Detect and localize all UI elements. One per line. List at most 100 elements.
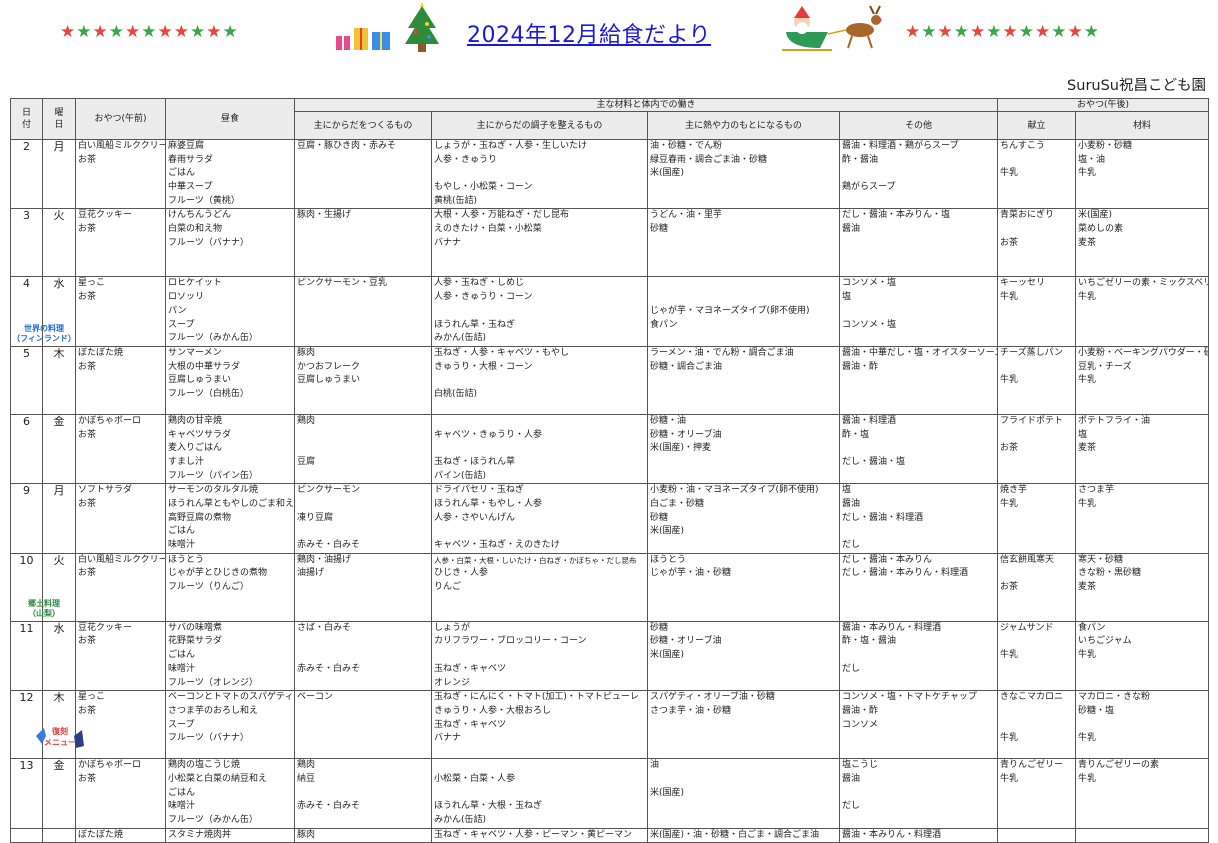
snack-am-cell: 白い風船ミルククリームお茶: [75, 138, 166, 210]
cell-line: 砂糖・油: [650, 415, 687, 426]
green-group-cell: 玉ねぎ・キャベツ・人参・ピーマン・黄ピーマン: [431, 827, 648, 843]
weekday-cell: 木: [42, 345, 76, 415]
cell-line: きゅうり・大根・コーン: [434, 361, 533, 372]
cell-line: [434, 415, 645, 428]
cell-line: 油: [650, 760, 660, 771]
cell-line: 玉ねぎ・キャベツ: [434, 719, 507, 730]
cell-line: 牛乳: [1000, 650, 1019, 661]
cell-line: 豆腐しゅうまい: [297, 375, 361, 386]
cell-line: 鶏肉: [297, 415, 316, 426]
menu-table: 日 付 曜 日 おやつ(午前) 昼食 主な材料と体内での働き おやつ(午後) 主…: [10, 98, 1210, 843]
cell-line: 鶏がらスープ: [842, 182, 896, 193]
cell-line: 牛乳: [1078, 292, 1097, 303]
star-icon: ★: [1018, 22, 1035, 42]
cell-line: 食パン: [650, 319, 678, 330]
other-cell: だし・醤油・本みりん だし・醤油・本みりん・料理酒: [838, 552, 999, 622]
cell-line: フルーツ（白桃缶）: [168, 388, 249, 399]
revival-menu-badge: 復刻 メニュー: [36, 726, 84, 748]
cell-line: コンソメ・塩: [842, 319, 897, 330]
cell-line: 白い風船ミルククリーム: [78, 554, 165, 565]
cell-line: 牛乳: [1078, 168, 1097, 179]
cell-line: 酢・醤油: [842, 154, 879, 165]
cell-line: [1078, 829, 1206, 842]
star-icon: ★: [986, 22, 1003, 42]
cell-line: [842, 305, 995, 319]
cell-line: 塩: [842, 485, 852, 496]
yellow-group-cell: じゃが芋・マヨネーズタイプ(卵不使用) 食パン: [647, 276, 840, 347]
cell-line: 豚肉: [297, 347, 316, 358]
cell-line: だし・醤油・本みりん・料理酒: [842, 568, 969, 579]
date-cell: 9: [10, 483, 43, 554]
cell-line: 砂糖・オリーブ油: [650, 429, 722, 440]
cell-line: 小麦粉・油・マヨネーズタイプ(卵不使用): [650, 485, 819, 496]
cell-line: 鶏肉の塩こうじ焼: [168, 760, 241, 771]
star-icon: ★: [92, 22, 109, 42]
star-icon: ★: [125, 22, 142, 42]
cell-line: 豆花クッキー: [78, 210, 133, 221]
cell-line: お茶: [78, 636, 97, 647]
red-group-cell: 鶏肉・油揚げ 油揚げ: [294, 552, 432, 622]
green-group-cell: 小松菜・白菜・人参 ほうれん草・大根・玉ねぎ みかん(缶詰): [431, 758, 648, 829]
cell-line: だし・醤油・塩: [842, 456, 906, 467]
star-icon: ★: [206, 22, 223, 42]
cell-line: 醤油・本みりん・料理酒: [842, 829, 942, 840]
cell-line: 味噌汁: [168, 801, 196, 812]
col-header-pm-ingredients: 材料: [1075, 111, 1210, 140]
cell-line: 麦茶: [1078, 443, 1097, 454]
snack-pm-menu-cell: キーッセリ 牛乳: [997, 276, 1077, 347]
cell-line: お茶: [78, 773, 97, 784]
yellow-group-cell: ほうとう じゃが芋・油・砂糖: [647, 552, 840, 622]
cell-line: 人参・きゅうり・コーン: [434, 292, 533, 303]
cell-line: 白い風船ミルククリーム: [78, 141, 165, 151]
cell-line: 食パン: [1078, 622, 1106, 633]
star-icon: ★: [970, 22, 987, 42]
cell-line: フルーツ（オレンジ）: [168, 677, 258, 688]
cell-line: いちごゼリーの素・ミックスベリー: [1078, 278, 1209, 289]
cell-line: [434, 305, 645, 319]
cell-line: 砂糖: [650, 512, 669, 523]
cell-line: 塩: [1078, 429, 1088, 440]
date-cell: 3: [10, 208, 43, 278]
date-number: 10: [19, 553, 34, 567]
cell-line: ロヒケイット: [168, 278, 222, 289]
cell-line: 青菜おにぎり: [1000, 210, 1055, 221]
table-row: 12 木星っこ お茶 ベーコンとトマトのスパゲティ さつま芋のおろし和え スープ フルーツ（…: [10, 690, 1210, 760]
snack-pm-ingredients-cell: 食パン いちごジャム 牛乳: [1075, 620, 1210, 692]
table-row: 5 木ぼたぼた焼 お茶 サンマーメン 大根の中華サラダ 豆腐しゅうまい フルーツ（白桃缶）豚…: [10, 345, 1210, 415]
cell-line: 醤油・料理酒: [842, 415, 897, 426]
cell-line: チーズ蒸しパン: [1000, 347, 1064, 358]
lunch-cell: けんちんうどん 白菜の和え物 フルーツ（バナナ）: [165, 208, 295, 278]
cell-line: [434, 760, 645, 773]
table-row: 6 金かぼちゃボーロ お茶 鶏肉の甘辛焼 キャベツサラダ 麦入りごはん すまし汁 フルーツ（パ…: [10, 413, 1210, 485]
cell-line: 牛乳: [1000, 292, 1019, 303]
cell-line: 砂糖: [650, 622, 669, 633]
cell-line: ごはん: [168, 168, 196, 179]
cell-line: ベーコンとトマトのスパゲティ: [168, 692, 294, 703]
date-number: 6: [23, 414, 30, 428]
col-header-red: 主にからだをつくるもの: [294, 111, 432, 140]
cell-line: えのきたけ・白菜・小松菜: [434, 224, 542, 235]
cell-line: 豆腐: [297, 456, 316, 467]
lunch-cell: ロヒケイット ロソッリ パン スープ フルーツ（みかん缶）: [165, 276, 295, 347]
cell-line: [1078, 719, 1206, 733]
cell-line: かつおフレーク: [297, 361, 361, 372]
snack-pm-menu-cell: フライドポテト お茶: [997, 413, 1077, 485]
weekday-cell: 金: [42, 413, 76, 485]
cell-line: サンマーメン: [168, 347, 222, 358]
cell-line: ベーコン: [297, 692, 334, 703]
star-icon: ★: [157, 22, 174, 42]
cell-line: 砂糖・塩: [1078, 705, 1115, 716]
cell-line: [297, 429, 429, 443]
lunch-cell: ほうとう じゃが芋とひじきの煮物 フルーツ（りんご）: [165, 552, 295, 622]
date-number: 11: [19, 621, 34, 635]
col-header-lunch: 昼食: [165, 98, 295, 140]
star-icon: ★: [141, 22, 158, 42]
lunch-cell: サバの味噌煮 花野菜サラダ ごはん 味噌汁 フルーツ（オレンジ）: [165, 620, 295, 692]
star-icon: ★: [222, 22, 239, 42]
weekday-cell: 金: [42, 758, 76, 829]
cell-line: スープ: [168, 719, 195, 730]
table-row: 2月白い風船ミルククリームお茶麻婆豆腐春雨サラダごはん中華スープフルーツ（黄桃）…: [10, 138, 1210, 210]
cell-line: [842, 442, 995, 456]
cell-line: バナナ: [434, 733, 462, 744]
red-group-cell: ベーコン: [294, 690, 432, 760]
